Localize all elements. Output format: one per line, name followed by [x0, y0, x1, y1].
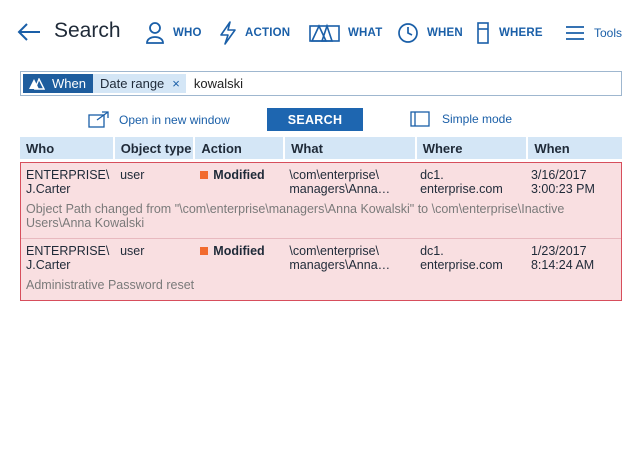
back-arrow-icon[interactable]: [17, 20, 43, 44]
cell-object-type: user: [120, 244, 145, 258]
cell-what: \com\enterprise\ managers\Anna…: [289, 244, 391, 272]
nav-tools-label: Tools: [594, 26, 623, 40]
status-marker: [200, 247, 209, 255]
cell-who: ENTERPRISE\ J.Carter: [26, 168, 110, 196]
when-filter-label: When: [52, 76, 86, 91]
cell-where: dc1. enterprise.com: [420, 168, 503, 196]
external-window-icon: [88, 111, 109, 128]
row-detail: Administrative Password reset: [26, 278, 195, 292]
cell-action: Modified: [195, 168, 282, 196]
table-header: Who Object type Action What Where When: [20, 137, 622, 159]
cell-action: Modified: [195, 244, 282, 272]
column-header-who[interactable]: Who: [20, 137, 113, 159]
column-header-what[interactable]: What: [285, 137, 415, 159]
table-row[interactable]: ENTERPRISE\ J.Carter user Modified \com\…: [21, 238, 621, 300]
nav-when-label: WHEN: [427, 27, 463, 39]
cell-when: 1/23/2017 8:14:24 AM: [530, 244, 595, 272]
nav-action-label: ACTION: [245, 27, 291, 39]
row-detail: Object Path changed from "\com\enterpris…: [26, 202, 565, 230]
column-header-action[interactable]: Action: [195, 137, 284, 159]
date-range-chip[interactable]: Date range ×: [92, 74, 186, 93]
cell-object-type: user: [120, 168, 145, 182]
clock-icon: [398, 23, 418, 43]
nav-what[interactable]: WHAT: [309, 18, 382, 48]
cell-where: dc1. enterprise.com: [420, 244, 503, 272]
person-icon: [146, 22, 164, 44]
column-header-when[interactable]: When: [528, 137, 622, 159]
simple-mode-label: Simple mode: [442, 112, 513, 126]
table-body: ENTERPRISE\ J.Carter user Modified \com\…: [20, 162, 622, 301]
object-shapes-icon: [29, 77, 45, 90]
open-in-new-window-label: Open in new window: [119, 112, 230, 127]
lightning-icon: [220, 21, 236, 45]
object-shapes-icon: [309, 23, 340, 42]
cell-what: \com\enterprise\ managers\Anna…: [289, 168, 391, 196]
nav-where[interactable]: WHERE: [475, 18, 543, 48]
cell-who: ENTERPRISE\ J.Carter: [26, 244, 110, 272]
nav-action[interactable]: ACTION: [219, 18, 290, 48]
open-in-new-window-link[interactable]: Open in new window: [88, 111, 230, 128]
header: Search WHO ACTION WHAT WHEN WHERE Tools: [0, 0, 640, 66]
nav-tools[interactable]: Tools: [566, 18, 622, 48]
results-table: Who Object type Action What Where When E…: [20, 137, 622, 301]
nav-when[interactable]: WHEN: [397, 18, 463, 48]
cell-when: 3/16/2017 3:00:23 PM: [530, 168, 595, 196]
search-button[interactable]: SEARCH: [267, 108, 363, 131]
status-marker: [200, 171, 209, 179]
nav-who[interactable]: WHO: [145, 18, 202, 48]
nav-where-label: WHERE: [499, 27, 543, 39]
page-title: Search: [54, 19, 121, 42]
date-range-label: Date range: [99, 76, 165, 91]
when-filter-chip[interactable]: When: [23, 74, 93, 93]
server-icon: [477, 22, 489, 44]
nav-who-label: WHO: [173, 27, 202, 39]
search-input[interactable]: [193, 74, 574, 93]
table-row[interactable]: ENTERPRISE\ J.Carter user Modified \com\…: [21, 163, 621, 238]
close-icon[interactable]: ×: [172, 76, 180, 91]
simple-mode-link[interactable]: Simple mode: [410, 111, 512, 127]
panel-icon: [410, 111, 430, 127]
search-bar: When Date range ×: [20, 71, 622, 96]
nav-what-label: WHAT: [348, 27, 383, 39]
column-header-object-type[interactable]: Object type: [114, 137, 194, 159]
hamburger-menu-icon: [566, 26, 584, 40]
column-header-where[interactable]: Where: [416, 137, 527, 159]
